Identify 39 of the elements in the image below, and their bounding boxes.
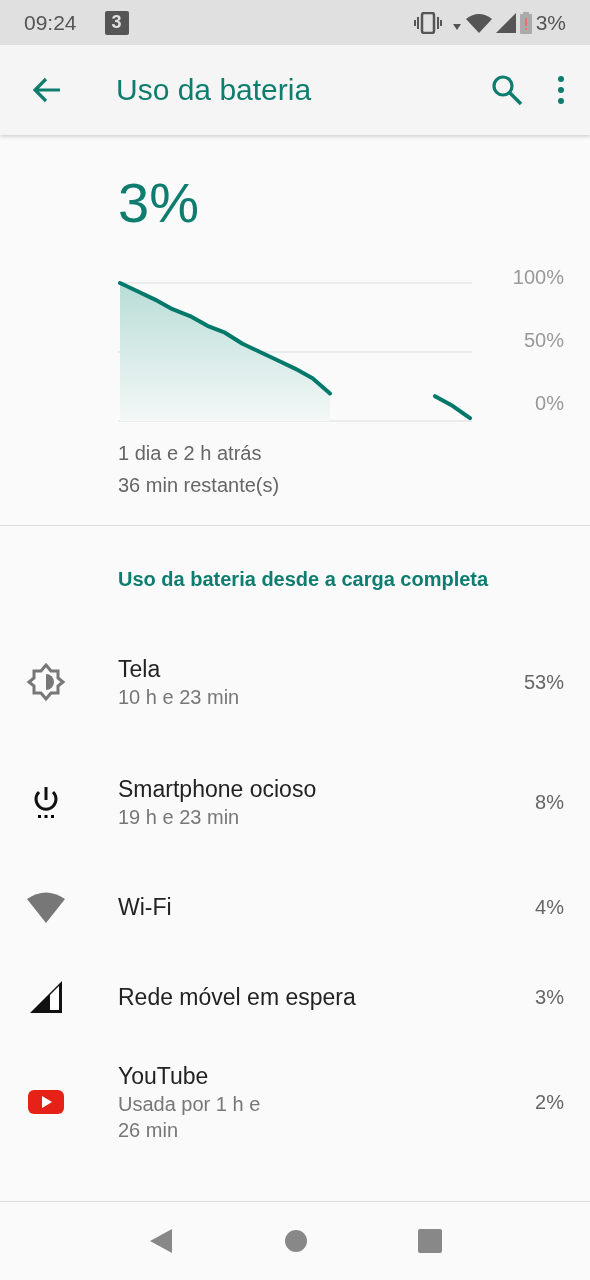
home-icon[interactable]: [284, 1229, 308, 1253]
usage-item[interactable]: Rede móvel em espera 3%: [0, 952, 590, 1042]
section-header: Uso da bateria desde a carga completa: [117, 567, 490, 592]
data-arrow-icon: [451, 22, 462, 31]
brightness-icon: [26, 662, 66, 702]
item-percent: 3%: [535, 985, 564, 1009]
status-time: 09:24: [24, 10, 77, 35]
item-detail: 10 h e 23 min: [118, 685, 241, 710]
remaining-time: 36 min restante(s): [118, 473, 281, 498]
page-title: Uso da bateria: [116, 73, 312, 107]
vibrate-icon: [413, 11, 442, 34]
battery-percent: 3%: [535, 10, 566, 35]
usage-item[interactable]: Smartphone ocioso 19 h e 23 min 8%: [0, 742, 590, 862]
item-percent: 53%: [523, 670, 564, 694]
item-percent: 2%: [535, 1090, 564, 1114]
more-options-icon[interactable]: [556, 75, 566, 105]
usage-item[interactable]: YouTube Usada por 1 h e 26 min 2%: [0, 1042, 590, 1162]
usage-item[interactable]: Wi-Fi 4%: [0, 862, 590, 952]
wifi-icon: [465, 12, 492, 33]
item-name: Wi-Fi: [118, 893, 173, 922]
item-name: Tela: [118, 655, 162, 684]
notification-badge: 3: [104, 10, 129, 35]
item-name: Rede móvel em espera: [118, 983, 357, 1012]
battery-level-text: 3%: [118, 171, 200, 235]
search-icon[interactable]: [490, 73, 524, 107]
item-detail: 19 h e 23 min: [118, 805, 241, 830]
item-detail: Usada por 1 h e 26 min: [118, 1092, 262, 1143]
axis-label: 100%: [512, 265, 564, 289]
axis-label: 0%: [535, 391, 564, 415]
signal-icon: [495, 12, 516, 33]
usage-item[interactable]: Tela 10 h e 23 min 53%: [0, 622, 590, 742]
back-icon[interactable]: [148, 1227, 174, 1255]
chart-start-label: 1 dia e 2 h atrás: [118, 441, 263, 466]
item-percent: 4%: [535, 895, 564, 919]
item-percent: 8%: [535, 790, 564, 814]
battery-icon: [519, 11, 532, 34]
item-name: Smartphone ocioso: [118, 775, 318, 804]
axis-label: 50%: [523, 328, 564, 352]
item-name: YouTube: [118, 1062, 210, 1091]
